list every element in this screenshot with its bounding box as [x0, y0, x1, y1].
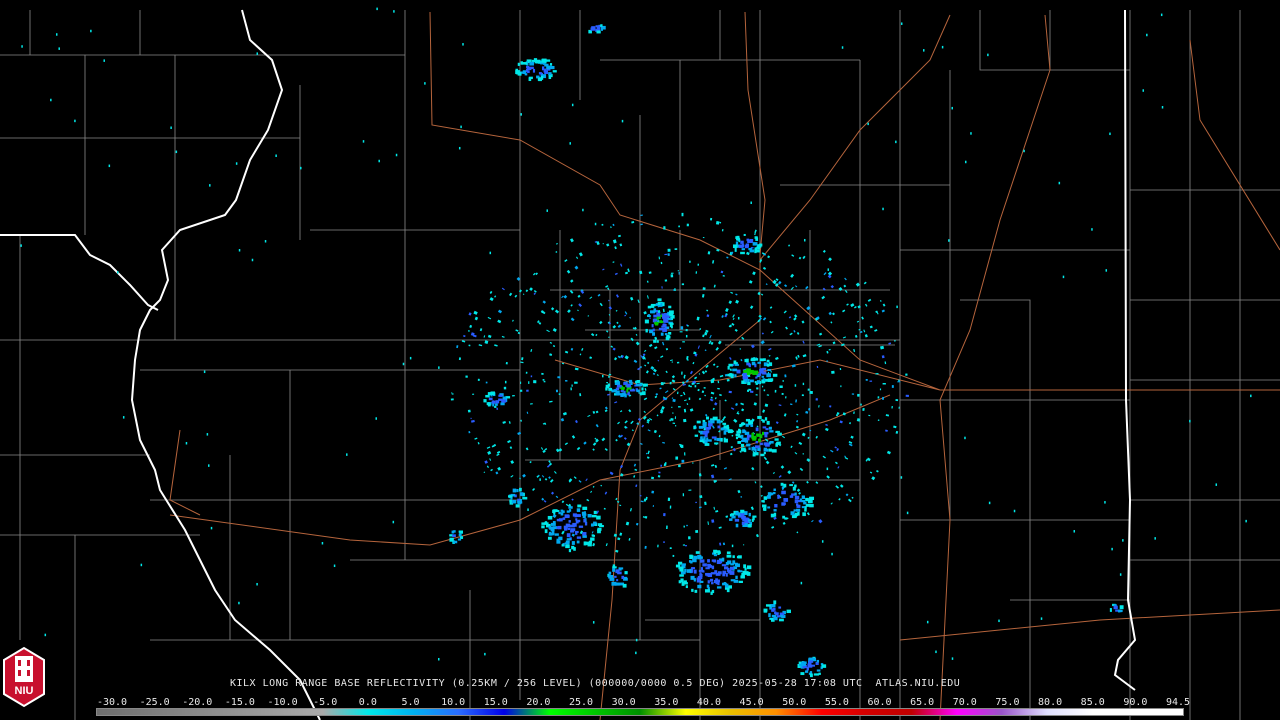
- highways: [169, 11, 1280, 720]
- scale-label: 85.0: [1080, 697, 1105, 708]
- scale-label: 55.0: [824, 697, 849, 708]
- scale-label: -25.0: [139, 697, 170, 708]
- state-boundaries: [0, 9, 1137, 720]
- scale-label: 5.0: [401, 697, 420, 708]
- product-title: KILX LONG RANGE BASE REFLECTIVITY (0.25K…: [230, 678, 961, 689]
- scale-label: 25.0: [568, 697, 594, 708]
- scale-label: 65.0: [910, 697, 935, 708]
- scale-label: 35.0: [654, 697, 679, 708]
- scale-label: -20.0: [182, 697, 213, 708]
- scale-label: 80.0: [1038, 697, 1063, 708]
- scale-label: 15.0: [483, 697, 508, 708]
- scale-label: 50.0: [782, 697, 807, 708]
- scale-label: 30.0: [611, 697, 636, 708]
- county-boundaries: [0, 10, 1280, 720]
- scale-label: -30.0: [96, 697, 128, 708]
- scale-label: 20.0: [526, 697, 551, 708]
- scale-label: 60.0: [867, 697, 892, 708]
- scale-label: 40.0: [696, 697, 721, 708]
- scale-label: -15.0: [224, 697, 255, 708]
- reflectivity-echoes: [20, 7, 1252, 678]
- scale-label: 94.5: [1165, 697, 1191, 708]
- reflectivity-scale-labels: -30.0 -25.0 -20.0 -15.0 -10.0 -5.0 0.0 5.0 10.0 1…: [0, 697, 1280, 708]
- logo-tower-icon: [15, 656, 33, 682]
- scale-label: 75.0: [995, 697, 1020, 708]
- scale-label: 90.0: [1123, 697, 1148, 708]
- niu-logo: NIU: [3, 646, 45, 708]
- scale-label: 10.0: [441, 697, 466, 708]
- scale-label: -5.0: [313, 697, 338, 708]
- scale-label: -10.0: [267, 697, 298, 708]
- radar-map: [0, 7, 1280, 720]
- scale-label: 45.0: [739, 697, 764, 708]
- scale-label: 0.0: [358, 697, 377, 708]
- scale-label: 70.0: [952, 697, 977, 708]
- logo-text: NIU: [15, 685, 34, 697]
- reflectivity-color-bar: [96, 708, 1184, 716]
